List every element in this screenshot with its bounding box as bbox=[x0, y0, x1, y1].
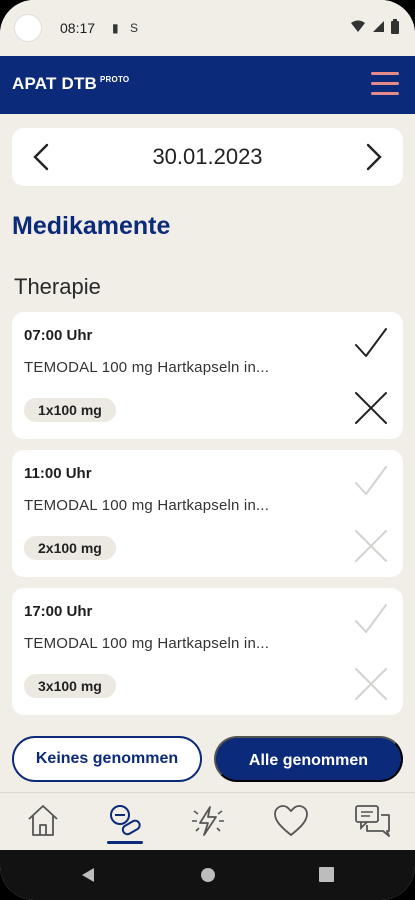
dose-amount-badge: 1x100 mg bbox=[24, 398, 116, 422]
dose-time: 17:00 Uhr bbox=[24, 603, 93, 620]
date-picker: 30.01.2023 bbox=[12, 128, 403, 186]
dose-card: 11:00 Uhr TEMODAL 100 mg Hartkapseln in.… bbox=[12, 450, 403, 577]
dose-amount-badge: 2x100 mg bbox=[24, 536, 116, 560]
close-icon[interactable] bbox=[353, 390, 389, 426]
sim-icon: S bbox=[130, 21, 139, 35]
dose-card: 17:00 Uhr TEMODAL 100 mg Hartkapseln in.… bbox=[12, 588, 403, 715]
dose-time: 11:00 Uhr bbox=[24, 465, 92, 482]
app-header: APAT DTB PROTO bbox=[0, 56, 415, 114]
therapy-subtitle: Therapie bbox=[14, 274, 101, 299]
battery-icon bbox=[391, 19, 399, 34]
home-button-icon[interactable] bbox=[200, 867, 216, 883]
all-taken-button[interactable]: Alle genommen bbox=[214, 736, 403, 782]
check-icon[interactable] bbox=[353, 602, 389, 638]
app-brand: APAT DTB PROTO bbox=[12, 74, 129, 94]
drug-name: TEMODAL 100 mg Hartkapseln in... bbox=[24, 497, 270, 514]
close-icon[interactable] bbox=[353, 666, 389, 702]
none-taken-button[interactable]: Keines genommen bbox=[12, 736, 202, 782]
status-time: 08:17 bbox=[60, 20, 96, 36]
drug-name: TEMODAL 100 mg Hartkapseln in... bbox=[24, 359, 270, 376]
dose-amount-badge: 3x100 mg bbox=[24, 674, 116, 698]
medication-icon[interactable] bbox=[105, 801, 145, 841]
dose-list: 07:00 Uhr TEMODAL 100 mg Hartkapseln in.… bbox=[0, 312, 415, 725]
brand-name: APAT DTB bbox=[12, 74, 98, 93]
current-date: 30.01.2023 bbox=[152, 144, 263, 169]
signal-icon bbox=[373, 21, 384, 32]
wellbeing-icon[interactable] bbox=[271, 801, 311, 841]
back-icon[interactable] bbox=[80, 867, 96, 883]
status-indicators bbox=[350, 19, 399, 34]
phone-screen: 08:17 ▮ S APAT DTB PROTO 30.01.2023 Medik… bbox=[0, 0, 415, 900]
check-icon[interactable] bbox=[353, 326, 389, 362]
camera-icon bbox=[14, 14, 42, 42]
sd-card-icon: ▮ bbox=[112, 21, 119, 35]
bottom-nav bbox=[0, 792, 415, 850]
status-bar: 08:17 ▮ S bbox=[0, 0, 415, 56]
hamburger-menu-icon[interactable] bbox=[371, 72, 399, 96]
messages-icon[interactable] bbox=[353, 801, 393, 841]
dose-time: 07:00 Uhr bbox=[24, 327, 93, 344]
recents-icon[interactable] bbox=[319, 867, 334, 882]
section-title: Medikamente bbox=[12, 212, 171, 240]
active-tab-indicator bbox=[107, 841, 143, 844]
home-icon[interactable] bbox=[23, 801, 63, 841]
wifi-icon bbox=[351, 20, 365, 32]
chevron-right-icon[interactable] bbox=[355, 140, 389, 174]
system-navigation-bar bbox=[0, 850, 415, 900]
dose-actions: Keines genommen Alle genommen bbox=[0, 728, 415, 790]
close-icon[interactable] bbox=[353, 528, 389, 564]
symptoms-icon[interactable] bbox=[188, 801, 228, 841]
brand-superscript: PROTO bbox=[100, 75, 130, 85]
drug-name: TEMODAL 100 mg Hartkapseln in... bbox=[24, 635, 270, 652]
dose-card: 07:00 Uhr TEMODAL 100 mg Hartkapseln in.… bbox=[12, 312, 403, 439]
check-icon[interactable] bbox=[353, 464, 389, 500]
